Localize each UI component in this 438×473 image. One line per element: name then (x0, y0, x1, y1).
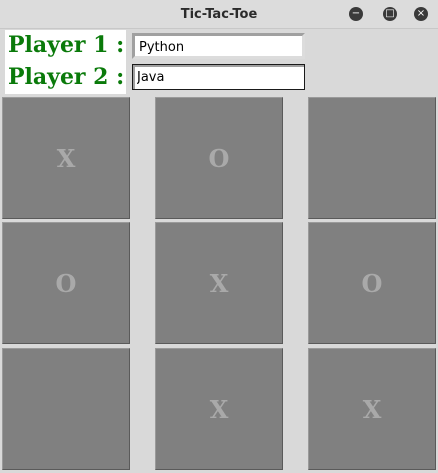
board-cell-1[interactable]: X (2, 97, 130, 219)
player1-name-input[interactable] (135, 37, 302, 58)
maximize-button[interactable]: □ (383, 7, 397, 21)
board-cell-2[interactable]: O (155, 97, 283, 219)
maximize-icon: □ (385, 8, 395, 19)
player2-name-field[interactable] (132, 64, 305, 90)
player1-name-field[interactable] (132, 33, 305, 59)
minimize-icon: − (351, 8, 361, 19)
close-icon: × (416, 8, 426, 19)
board-cell-8[interactable]: X (155, 348, 283, 470)
close-button[interactable]: × (414, 7, 428, 21)
player1-label: Player 1 : (8, 32, 125, 58)
board-cell-5[interactable]: X (155, 222, 283, 344)
board-cell-6[interactable]: O (308, 222, 436, 344)
window-title: Tic-Tac-Toe (180, 7, 258, 22)
minimize-button[interactable]: − (349, 7, 363, 21)
title-bar: Tic-Tac-Toe − □ × (0, 0, 438, 29)
board-cell-3[interactable] (308, 97, 436, 219)
player2-label: Player 2 : (8, 64, 125, 90)
board-cell-4[interactable]: O (2, 222, 130, 344)
board-cell-9[interactable]: X (308, 348, 436, 470)
player2-name-input[interactable] (133, 65, 304, 89)
board-cell-7[interactable] (2, 348, 130, 470)
